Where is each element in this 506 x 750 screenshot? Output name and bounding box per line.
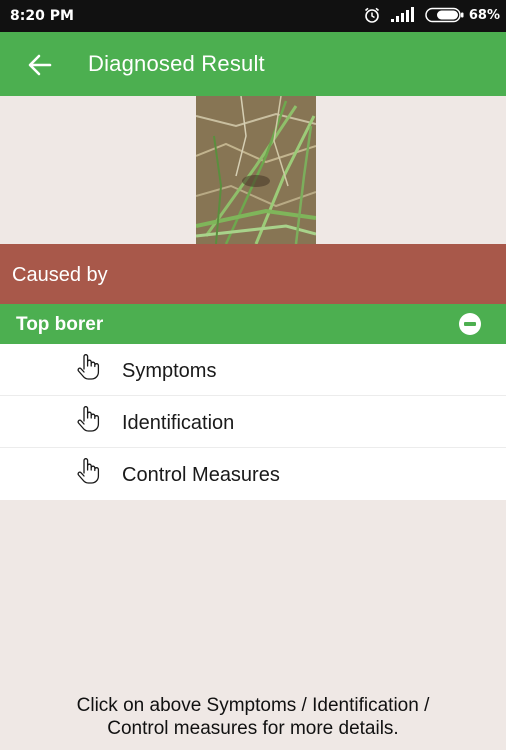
footer-hint-line-2: Control measures for more details.: [107, 718, 399, 739]
alarm-icon: [363, 6, 381, 24]
footer-hint: Click on above Symptoms / Identification…: [0, 694, 506, 740]
footer-hint-line-1: Click on above Symptoms / Identification…: [76, 695, 430, 716]
arrow-left-icon: [28, 54, 52, 76]
hand-pointer-icon: [74, 404, 104, 434]
back-button[interactable]: [26, 51, 54, 79]
diagnosed-plant-image[interactable]: [196, 96, 316, 244]
minus-circle-icon: [459, 313, 481, 335]
list-item-symptoms[interactable]: Symptoms: [0, 344, 506, 396]
hand-pointer-icon: [74, 456, 104, 486]
list-item-label: Symptoms: [122, 360, 217, 382]
list-item-identification[interactable]: Identification: [0, 396, 506, 448]
caused-by-header: Caused by: [0, 244, 506, 304]
status-bar: 8:20 PM 68%: [0, 0, 506, 32]
battery-percentage: 68%: [468, 7, 500, 23]
collapse-button[interactable]: [458, 312, 482, 336]
battery-icon: [425, 7, 465, 23]
status-icons: 68%: [363, 6, 500, 24]
image-area: [0, 96, 506, 244]
group-title: Top borer: [16, 314, 104, 335]
detail-list: Symptoms Identification Control Measures: [0, 344, 506, 500]
signal-icon: [390, 7, 415, 23]
list-item-label: Control Measures: [122, 464, 280, 486]
list-item-label: Identification: [122, 412, 235, 434]
page-title: Diagnosed Result: [88, 51, 265, 76]
caused-by-label: Caused by: [12, 264, 108, 286]
status-time: 8:20 PM: [10, 8, 74, 24]
app-bar: Diagnosed Result: [0, 32, 506, 96]
group-header-top-borer[interactable]: Top borer: [0, 304, 506, 344]
hand-pointer-icon: [74, 352, 104, 382]
list-item-control-measures[interactable]: Control Measures: [0, 448, 506, 500]
